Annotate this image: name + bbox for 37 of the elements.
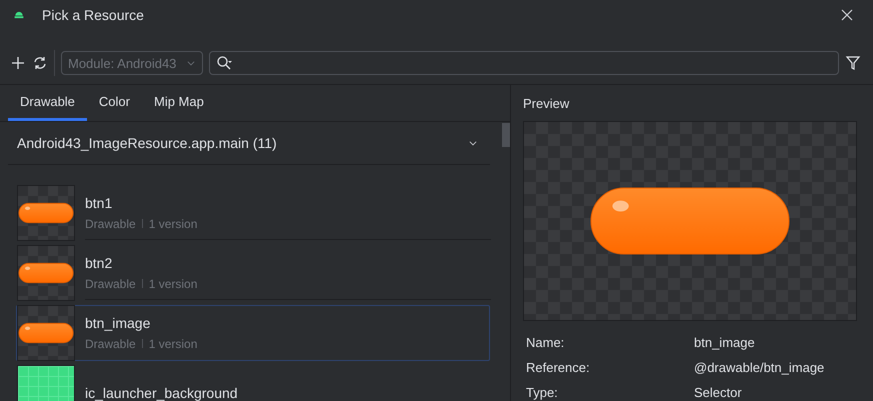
resource-name: btn_image — [85, 314, 152, 330]
window-title: Pick a Resource — [42, 7, 145, 23]
resource-item[interactable]: ic_launcher_background — [16, 365, 490, 401]
pill-thumbnail — [17, 185, 75, 241]
close-icon[interactable] — [841, 9, 853, 21]
add-icon[interactable] — [10, 55, 26, 71]
resource-item[interactable]: btn1 Drawable 1 version — [16, 185, 490, 241]
pill-thumbnail — [17, 245, 75, 301]
property-label: Reference: — [526, 360, 591, 375]
resource-name: btn1 — [85, 194, 114, 210]
tab[interactable]: Color — [86, 85, 142, 121]
property-label: Name: — [526, 335, 566, 350]
preview-title: Preview — [523, 94, 570, 112]
group-title: Android43_ImageResource.app.main (11) — [17, 135, 277, 151]
resource-item[interactable]: btn2 Drawable 1 version — [16, 245, 490, 301]
search-icon — [216, 55, 232, 71]
resource-item[interactable]: btn_image Drawable 1 version — [16, 305, 490, 361]
resource-type: Drawable — [85, 216, 136, 230]
resource-type: Drawable — [85, 336, 136, 350]
filter-icon[interactable] — [845, 55, 861, 71]
refresh-icon[interactable] — [32, 55, 48, 71]
version-count: 1 version — [148, 336, 198, 350]
property-label: Type: — [526, 385, 559, 400]
android-icon — [12, 10, 26, 20]
resource-name: ic_launcher_background — [85, 384, 239, 400]
tab[interactable]: Mip Map — [142, 85, 216, 121]
pill-thumbnail — [17, 305, 75, 361]
resource-type: Drawable — [85, 276, 136, 290]
scrollbar-thumb[interactable] — [502, 123, 510, 147]
search-field[interactable] — [209, 51, 839, 75]
resource-name: btn2 — [85, 254, 114, 270]
property-value: @drawable/btn_image — [694, 360, 826, 375]
version-count: 1 version — [148, 216, 198, 230]
tab[interactable]: Drawable — [8, 85, 87, 121]
property-value: btn_image — [694, 335, 756, 350]
property-value: Selector — [694, 385, 743, 400]
version-count: 1 version — [148, 276, 198, 290]
